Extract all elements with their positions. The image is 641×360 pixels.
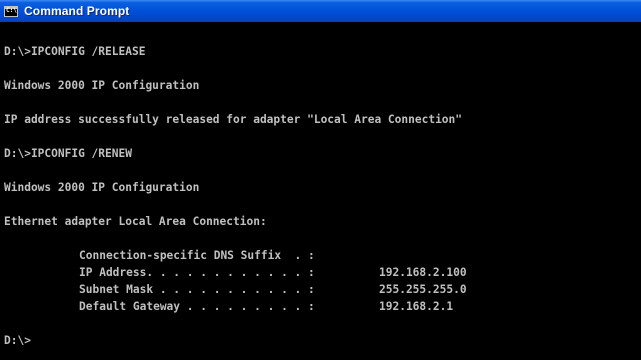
console-output[interactable]: D:\>IPCONFIG /RELEASE Windows 2000 IP Co… — [0, 22, 641, 360]
default-gateway-row: Default Gateway . . . . . . . . . : 192.… — [4, 298, 641, 315]
config-header: Windows 2000 IP Configuration — [4, 79, 200, 92]
dns-suffix-label: Connection-specific DNS Suffix . : — [79, 249, 315, 262]
ip-address-label: IP Address. . . . . . . . . . . . : — [79, 266, 315, 279]
title-bar[interactable]: C:\ Command Prompt — [0, 0, 641, 22]
default-gateway-label: Default Gateway . . . . . . . . . : — [79, 300, 315, 313]
window-title: Command Prompt — [24, 4, 130, 18]
dns-suffix-row: Connection-specific DNS Suffix . : — [4, 247, 641, 264]
command-prompt-line[interactable]: D:\> — [4, 332, 641, 349]
adapter-header: Ethernet adapter Local Area Connection: — [4, 215, 267, 228]
default-gateway-value: 192.168.2.1 — [379, 300, 454, 313]
subnet-mask-label: Subnet Mask . . . . . . . . . . . : — [79, 283, 315, 296]
ip-address-row: IP Address. . . . . . . . . . . . : 192.… — [4, 264, 641, 281]
release-message: IP address successfully released for ada… — [4, 113, 463, 126]
config-header: Windows 2000 IP Configuration — [4, 181, 200, 194]
command-renew: D:\>IPCONFIG /RENEW — [4, 147, 132, 160]
ip-address-value: 192.168.2.100 — [379, 266, 467, 279]
subnet-mask-value: 255.255.255.0 — [379, 283, 467, 296]
console-icon[interactable]: C:\ — [4, 5, 18, 17]
subnet-mask-row: Subnet Mask . . . . . . . . . . . : 255.… — [4, 281, 641, 298]
command-prompt-window: C:\ Command Prompt D:\>IPCONFIG /RELEASE… — [0, 0, 641, 360]
command-release: D:\>IPCONFIG /RELEASE — [4, 45, 146, 58]
